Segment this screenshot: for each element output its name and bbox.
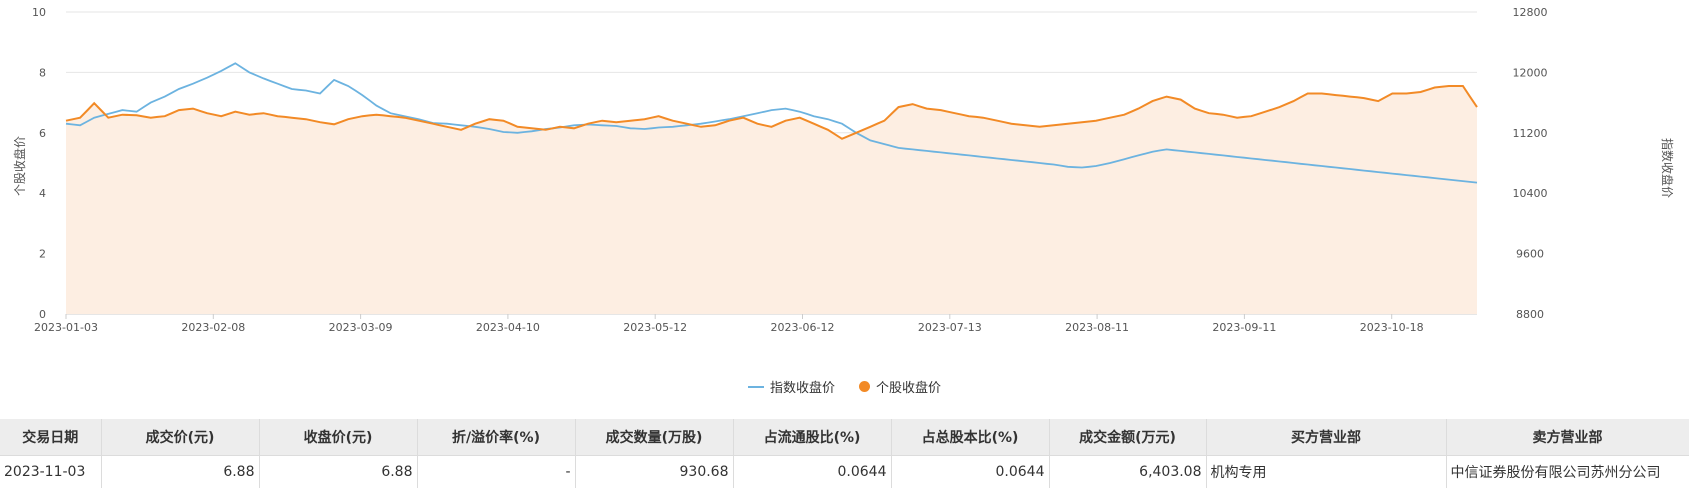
y-right-tick-label: 12800 <box>1513 6 1548 19</box>
legend-stock-label: 个股收盘价 <box>876 377 941 396</box>
col-header-seller: 卖方营业部 <box>1446 419 1689 456</box>
col-header-close-price: 收盘价(元) <box>259 419 417 456</box>
cell-date: 2023-11-03 <box>0 456 101 488</box>
x-tick-label: 2023-10-18 <box>1360 321 1424 334</box>
table-row: 2023-11-03 6.88 6.88 - 930.68 0.0644 0.0… <box>0 456 1689 488</box>
legend-index-label: 指数收盘价 <box>770 377 835 396</box>
y-right-tick-label: 8800 <box>1516 308 1544 321</box>
x-tick-label: 2023-09-11 <box>1212 321 1276 334</box>
col-header-buyer: 买方营业部 <box>1206 419 1446 456</box>
block-trade-table: 交易日期 成交价(元) 收盘价(元) 折/溢价率(%) 成交数量(万股) 占流通… <box>0 419 1689 488</box>
legend-dot-swatch <box>859 381 870 392</box>
stock-price-area <box>66 86 1477 314</box>
cell-buyer: 机构专用 <box>1206 456 1446 488</box>
y-left-tick-label: 6 <box>39 127 46 140</box>
legend-index-item[interactable]: 指数收盘价 <box>748 377 835 396</box>
x-tick-label: 2023-05-12 <box>623 321 687 334</box>
legend-stock-item[interactable]: 个股收盘价 <box>859 377 941 396</box>
y-left-tick-label: 10 <box>32 6 46 19</box>
x-tick-label: 2023-06-12 <box>771 321 835 334</box>
x-tick-label: 2023-08-11 <box>1065 321 1129 334</box>
x-tick-label: 2023-03-09 <box>329 321 393 334</box>
chart-legend: 指数收盘价 个股收盘价 <box>0 377 1689 396</box>
col-header-amount: 成交金额(万元) <box>1049 419 1206 456</box>
cell-close-price: 6.88 <box>259 456 417 488</box>
table-header-row: 交易日期 成交价(元) 收盘价(元) 折/溢价率(%) 成交数量(万股) 占流通… <box>0 419 1689 456</box>
y-right-tick-label: 12000 <box>1513 66 1548 79</box>
y-right-tick-label: 10400 <box>1513 187 1548 200</box>
y-left-tick-label: 0 <box>39 308 46 321</box>
y-left-tick-label: 8 <box>39 66 46 79</box>
y-right-axis-label: 指数收盘价 <box>1660 138 1675 198</box>
y-left-tick-label: 4 <box>39 187 46 200</box>
col-header-volume: 成交数量(万股) <box>575 419 733 456</box>
cell-premium-rate: - <box>417 456 575 488</box>
cell-seller: 中信证券股份有限公司苏州分公司 <box>1446 456 1689 488</box>
cell-float-ratio: 0.0644 <box>733 456 891 488</box>
cell-trade-price: 6.88 <box>101 456 259 488</box>
x-tick-label: 2023-02-08 <box>181 321 245 334</box>
y-right-tick-label: 9600 <box>1516 248 1544 261</box>
cell-amount: 6,403.08 <box>1049 456 1206 488</box>
col-header-trade-price: 成交价(元) <box>101 419 259 456</box>
y-left-tick-label: 2 <box>39 248 46 261</box>
y-right-tick-label: 11200 <box>1513 127 1548 140</box>
col-header-date: 交易日期 <box>0 419 101 456</box>
cell-total-ratio: 0.0644 <box>891 456 1049 488</box>
col-header-premium-rate: 折/溢价率(%) <box>417 419 575 456</box>
col-header-float-ratio: 占流通股比(%) <box>733 419 891 456</box>
x-tick-label: 2023-07-13 <box>918 321 982 334</box>
x-tick-label: 2023-01-03 <box>34 321 98 334</box>
y-left-axis-label: 个股收盘价 <box>12 136 27 196</box>
legend-line-swatch <box>748 386 764 388</box>
x-tick-label: 2023-04-10 <box>476 321 540 334</box>
price-chart: 0 2 4 6 8 10 8800 9600 10400 11200 12000 12800 202… <box>0 0 1689 370</box>
cell-volume: 930.68 <box>575 456 733 488</box>
col-header-total-ratio: 占总股本比(%) <box>891 419 1049 456</box>
